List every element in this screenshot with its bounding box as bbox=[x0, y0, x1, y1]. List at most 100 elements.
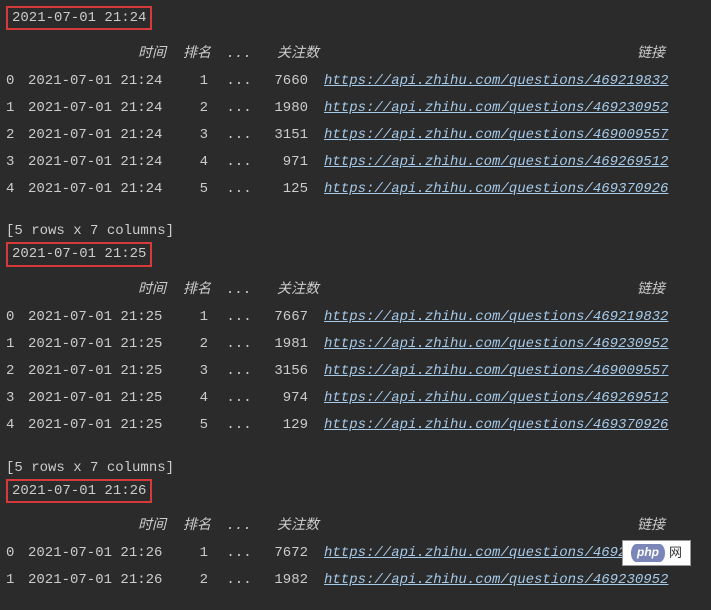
row-index: 1 bbox=[6, 99, 28, 117]
cell-time: 2021-07-01 21:25 bbox=[28, 362, 178, 380]
cell-link[interactable]: https://api.zhihu.com/questions/46923095… bbox=[324, 100, 668, 116]
cell-ellipsis: ... bbox=[216, 544, 262, 562]
header-link: 链接 bbox=[334, 281, 705, 299]
cell-watch: 1982 bbox=[262, 571, 314, 589]
cell-rank: 5 bbox=[178, 416, 216, 434]
cell-link[interactable]: https://api.zhihu.com/questions/46926951… bbox=[324, 390, 668, 406]
cell-ellipsis: ... bbox=[216, 72, 262, 90]
cell-watch: 971 bbox=[262, 153, 314, 171]
cell-rank: 4 bbox=[178, 389, 216, 407]
header-link: 链接 bbox=[334, 517, 705, 535]
cell-watch: 129 bbox=[262, 416, 314, 434]
cell-rank: 1 bbox=[178, 308, 216, 326]
cell-time: 2021-07-01 21:24 bbox=[28, 126, 178, 144]
cell-rank: 3 bbox=[178, 126, 216, 144]
cell-watch: 1981 bbox=[262, 335, 314, 353]
cell-time: 2021-07-01 21:24 bbox=[28, 99, 178, 117]
cell-link[interactable]: https://api.zhihu.com/questions/46900955… bbox=[324, 363, 668, 379]
header-ellipsis: ... bbox=[216, 517, 262, 535]
cell-watch: 1980 bbox=[262, 99, 314, 117]
cell-link[interactable]: https://api.zhihu.com/questions/46926951… bbox=[324, 154, 668, 170]
table-row: 32021-07-01 21:244...971https://api.zhih… bbox=[6, 148, 705, 175]
cell-watch: 7672 bbox=[262, 544, 314, 562]
cell-link[interactable]: https://api.zhihu.com/questions/46921983… bbox=[324, 73, 668, 89]
row-index: 1 bbox=[6, 335, 28, 353]
row-index: 0 bbox=[6, 544, 28, 562]
watermark-suffix: 网 bbox=[669, 545, 682, 562]
cell-watch: 125 bbox=[262, 180, 314, 198]
rows-summary: [5 rows x 7 columns] bbox=[6, 222, 705, 240]
cell-time: 2021-07-01 21:25 bbox=[28, 308, 178, 326]
header-time: 时间 bbox=[6, 45, 178, 63]
cell-time: 2021-07-01 21:24 bbox=[28, 153, 178, 171]
cell-ellipsis: ... bbox=[216, 180, 262, 198]
table-row: 32021-07-01 21:254...974 https://api.zhih… bbox=[6, 385, 705, 412]
cell-ellipsis: ... bbox=[216, 416, 262, 434]
table-row: 02021-07-01 21:241...7660 https://api.zhi… bbox=[6, 67, 705, 94]
header-link: 链接 bbox=[334, 45, 705, 63]
header-watch: 关注数 bbox=[262, 517, 334, 535]
header-watch: 关注数 bbox=[262, 281, 334, 299]
watermark-badge: php 网 bbox=[622, 540, 691, 566]
header-time: 时间 bbox=[6, 281, 178, 299]
cell-time: 2021-07-01 21:26 bbox=[28, 571, 178, 589]
cell-time: 2021-07-01 21:24 bbox=[28, 180, 178, 198]
cell-rank: 2 bbox=[178, 335, 216, 353]
cell-time: 2021-07-01 21:26 bbox=[28, 544, 178, 562]
cell-ellipsis: ... bbox=[216, 99, 262, 117]
cell-rank: 3 bbox=[178, 362, 216, 380]
table-row: 42021-07-01 21:245...125 https://api.zhih… bbox=[6, 175, 705, 202]
cell-link[interactable]: https://api.zhihu.com/questions/4692199 bbox=[324, 545, 652, 561]
cell-time: 2021-07-01 21:25 bbox=[28, 389, 178, 407]
header-watch: 关注数 bbox=[262, 45, 334, 63]
table-row: 22021-07-01 21:253...3156 https://api.zhi… bbox=[6, 358, 705, 385]
cell-rank: 2 bbox=[178, 571, 216, 589]
cell-ellipsis: ... bbox=[216, 308, 262, 326]
cell-time: 2021-07-01 21:24 bbox=[28, 72, 178, 90]
cell-rank: 2 bbox=[178, 99, 216, 117]
table-header: 时间排名...关注数链接 bbox=[6, 40, 705, 67]
row-index: 0 bbox=[6, 308, 28, 326]
cell-rank: 5 bbox=[178, 180, 216, 198]
table-header: 时间排名...关注数链接 bbox=[6, 513, 705, 540]
cell-time: 2021-07-01 21:25 bbox=[28, 416, 178, 434]
cell-ellipsis: ... bbox=[216, 362, 262, 380]
row-index: 4 bbox=[6, 180, 28, 198]
row-index: 1 bbox=[6, 571, 28, 589]
table-row: 42021-07-01 21:255...129https://api.zhih… bbox=[6, 412, 705, 439]
table-header: 时间排名...关注数链接 bbox=[6, 277, 705, 304]
table-row: 12021-07-01 21:252...1981https://api.zhi… bbox=[6, 331, 705, 358]
cell-link[interactable]: https://api.zhihu.com/questions/46923095… bbox=[324, 336, 668, 352]
timestamp-highlight: 2021-07-01 21:26 bbox=[6, 479, 152, 503]
cell-ellipsis: ... bbox=[216, 571, 262, 589]
cell-ellipsis: ... bbox=[216, 389, 262, 407]
cell-ellipsis: ... bbox=[216, 126, 262, 144]
php-logo: php bbox=[631, 544, 665, 562]
cell-rank: 1 bbox=[178, 544, 216, 562]
cell-link[interactable]: https://api.zhihu.com/questions/46900955… bbox=[324, 127, 668, 143]
header-ellipsis: ... bbox=[216, 45, 262, 63]
row-index: 2 bbox=[6, 126, 28, 144]
cell-watch: 3156 bbox=[262, 362, 314, 380]
cell-watch: 974 bbox=[262, 389, 314, 407]
header-rank: 排名 bbox=[178, 45, 216, 63]
cell-link[interactable]: https://api.zhihu.com/questions/46937092… bbox=[324, 417, 668, 433]
cell-link[interactable]: https://api.zhihu.com/questions/46921983… bbox=[324, 309, 668, 325]
rows-summary: [5 rows x 7 columns] bbox=[6, 459, 705, 477]
cell-link[interactable]: https://api.zhihu.com/questions/46937092… bbox=[324, 181, 668, 197]
cell-rank: 4 bbox=[178, 153, 216, 171]
table-row: 02021-07-01 21:261...7672 https://api.zhi… bbox=[6, 540, 705, 567]
cell-watch: 7667 bbox=[262, 308, 314, 326]
timestamp-highlight: 2021-07-01 21:24 bbox=[6, 6, 152, 30]
cell-watch: 7660 bbox=[262, 72, 314, 90]
row-index: 3 bbox=[6, 389, 28, 407]
cell-rank: 1 bbox=[178, 72, 216, 90]
header-rank: 排名 bbox=[178, 281, 216, 299]
table-row: 22021-07-01 21:243...3151 https://api.zhi… bbox=[6, 121, 705, 148]
row-index: 3 bbox=[6, 153, 28, 171]
row-index: 0 bbox=[6, 72, 28, 90]
cell-watch: 3151 bbox=[262, 126, 314, 144]
table-row: 12021-07-01 21:262...1982 https://api.zhi… bbox=[6, 567, 705, 594]
cell-link[interactable]: https://api.zhihu.com/questions/46923095… bbox=[324, 572, 668, 588]
row-index: 2 bbox=[6, 362, 28, 380]
